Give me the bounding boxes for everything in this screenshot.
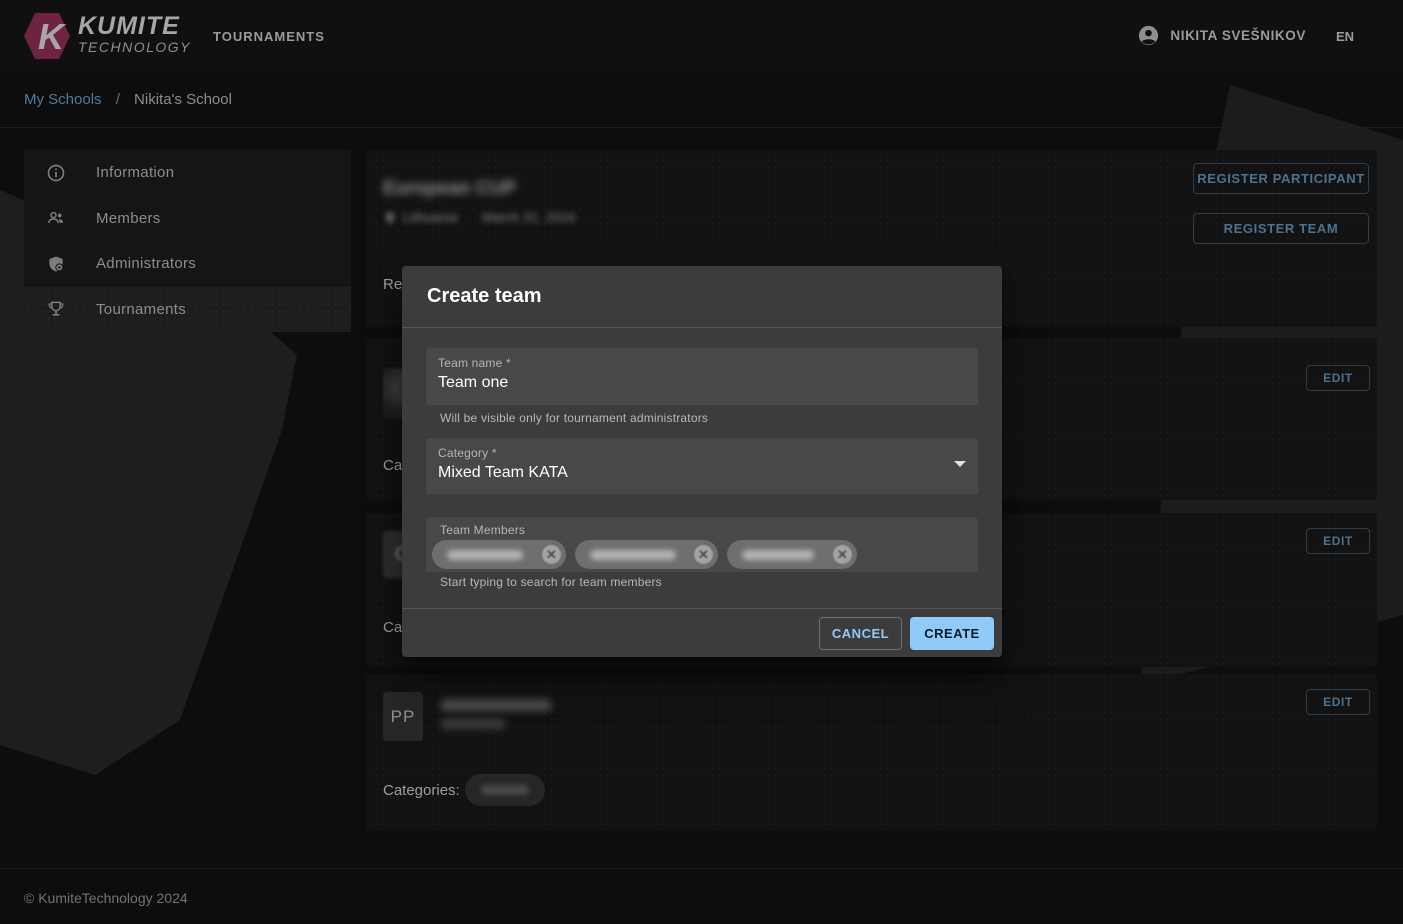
breadcrumb-bar: My Schools / Nikita's School [0,72,1403,128]
create-button[interactable]: CREATE [910,617,994,650]
sidebar-label-tournaments: Tournaments [96,301,186,318]
breadcrumb: My Schools / Nikita's School [24,91,232,108]
cancel-button[interactable]: CANCEL [819,617,902,650]
tournament-location-blurred: Lithuania [403,210,458,225]
chip-remove-icon[interactable]: ✕ [542,545,561,564]
breadcrumb-my-schools[interactable]: My Schools [24,91,102,108]
tournament-date-blurred: March 31, 2024 [482,210,576,225]
modal-footer: CANCEL CREATE [402,608,1002,657]
modal-title: Create team [427,285,542,308]
tournament-title-blurred: European CUP [383,178,516,200]
team-name-helper: Will be visible only for tournament admi… [440,411,708,425]
team-member-chips: ✕ ✕ ✕ [432,540,972,569]
chip-name-blurred [447,550,523,560]
team-member-chip[interactable]: ✕ [727,540,857,569]
team-members-field[interactable]: Team Members ✕ ✕ ✕ [426,517,978,572]
trophy-icon [46,299,66,319]
category-label: Category * [438,446,966,460]
chip-name-blurred [590,550,676,560]
categories-label: Categories: [383,782,460,799]
breadcrumb-current: Nikita's School [134,91,232,108]
sidebar-item-members[interactable]: Members [24,196,351,242]
nav-tournaments[interactable]: TOURNAMENTS [213,29,325,44]
sidebar-label-administrators: Administrators [96,255,196,272]
category-chip-blurred [465,774,545,806]
footer: © KumiteTechnology 2024 [0,868,1403,924]
brand-text: KUMITE TECHNOLOGY [78,13,191,55]
edit-button[interactable]: EDIT [1306,689,1370,715]
tournament-meta-blurred: Lithuania March 31, 2024 [383,210,576,225]
team-member-chip[interactable]: ✕ [432,540,566,569]
info-icon [46,163,66,183]
breadcrumb-separator: / [116,91,120,108]
team-member-chip[interactable]: ✕ [575,540,718,569]
sidebar-label-members: Members [96,210,161,227]
account-circle-icon [1137,24,1160,47]
category-value: Mixed Team KATA [438,464,966,482]
brand-line2: TECHNOLOGY [78,39,191,55]
kumite-logo-icon[interactable]: K [24,11,70,61]
team-name-value[interactable]: Team one [438,374,966,392]
create-team-modal: Create team Team name * Team one Will be… [402,266,1002,657]
copyright-text: © KumiteTechnology 2024 [24,890,188,906]
top-bar: K KUMITE TECHNOLOGY TOURNAMENTS NIKITA S… [0,0,1403,72]
participant-dob-blurred [440,719,506,729]
sidebar-label-information: Information [96,164,174,181]
edit-button[interactable]: EDIT [1306,365,1370,391]
modal-header: Create team [402,266,1002,328]
participant-name-blurred [440,699,552,711]
brand-line1: KUMITE [78,13,191,39]
chip-name-blurred [742,550,814,560]
logo-letter: K [38,16,67,57]
team-members-label: Team Members [440,523,972,537]
members-icon [46,208,66,228]
app-root: K KUMITE TECHNOLOGY TOURNAMENTS NIKITA S… [0,0,1403,924]
chip-remove-icon[interactable]: ✕ [833,545,852,564]
chip-remove-icon[interactable]: ✕ [694,545,713,564]
participant-initials-avatar: PP [383,692,423,741]
language-selector[interactable]: EN [1336,29,1354,44]
participant-card-3: PP Categories: EDIT [366,674,1377,830]
register-participant-button[interactable]: REGISTER PARTICIPANT [1193,163,1369,194]
sidebar-item-information[interactable]: Information [24,150,351,196]
chevron-down-icon [954,461,966,467]
edit-button[interactable]: EDIT [1306,528,1370,554]
sidebar-item-administrators[interactable]: Administrators [24,241,351,287]
team-name-label: Team name * [438,356,966,370]
sidebar: Information Members Administrators [24,150,351,332]
sidebar-item-tournaments[interactable]: Tournaments [24,287,351,333]
location-pin-icon [383,211,397,225]
team-name-field[interactable]: Team name * Team one [426,348,978,405]
user-name: NIKITA SVEŠNIKOV [1170,28,1306,43]
team-members-helper: Start typing to search for team members [440,575,662,589]
register-team-button[interactable]: REGISTER TEAM [1193,213,1369,244]
user-menu[interactable]: NIKITA SVEŠNIKOV [1137,24,1306,47]
category-select[interactable]: Category * Mixed Team KATA [426,438,978,494]
admin-icon [46,254,66,274]
